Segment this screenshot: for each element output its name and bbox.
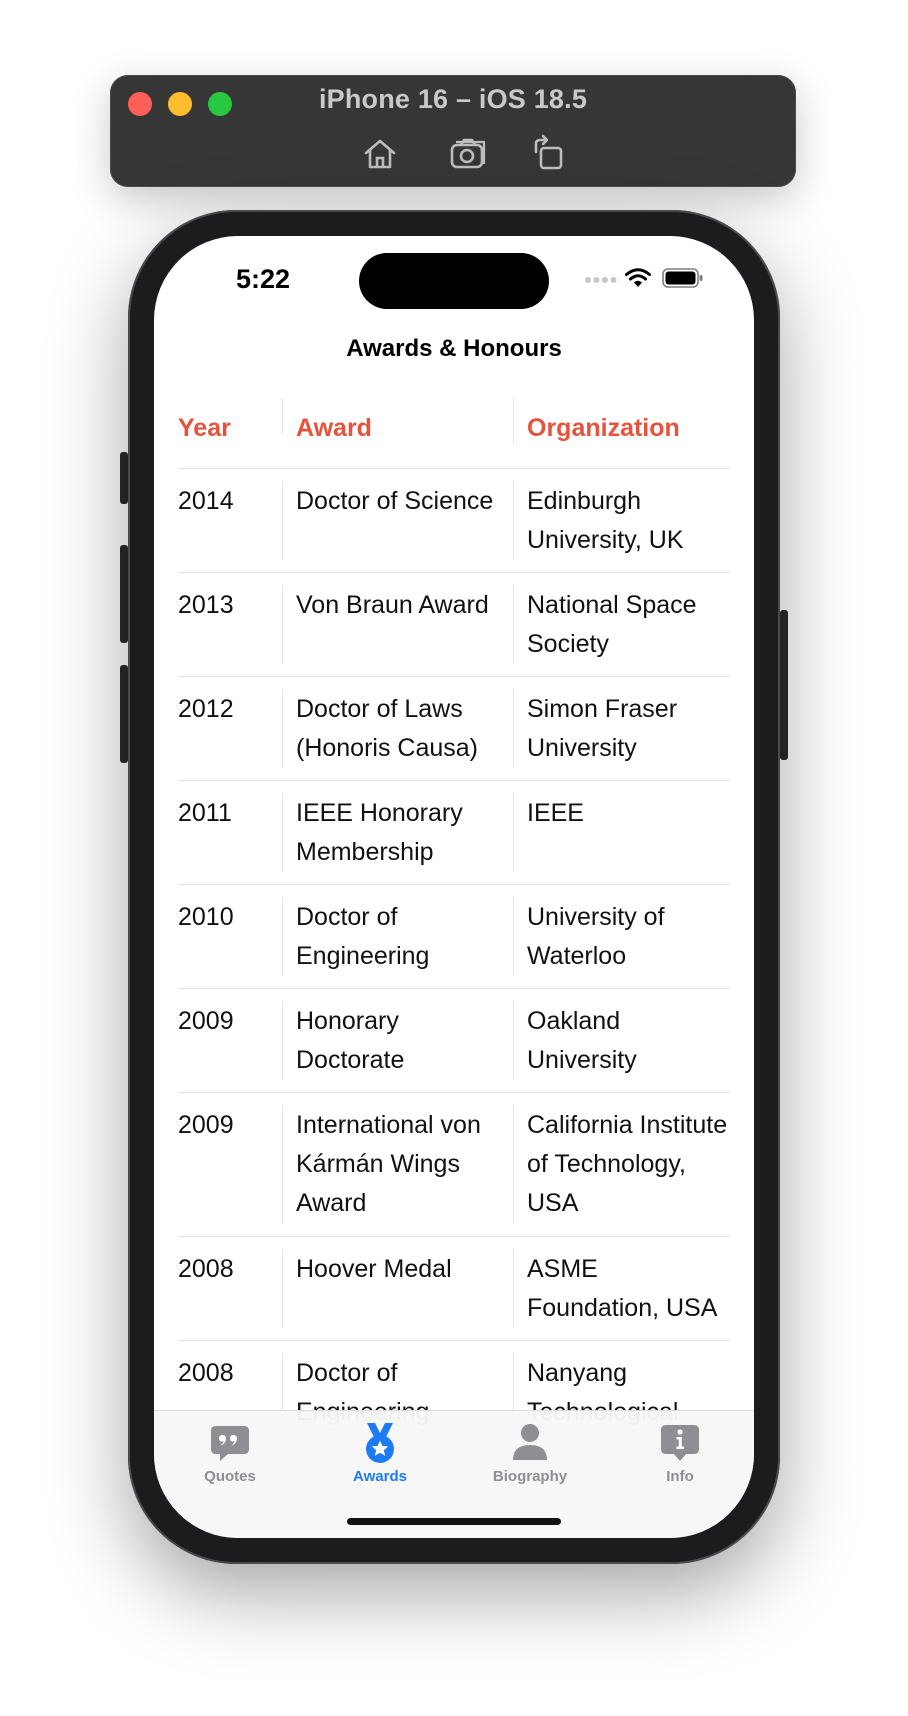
year-cell: 2011 bbox=[178, 799, 232, 827]
table-row: 2014 Doctor of Science Edinburgh Univers… bbox=[178, 469, 730, 573]
screenshot-icon[interactable] bbox=[448, 134, 488, 174]
table-row: 2013 Von Braun Award National Space Soci… bbox=[178, 573, 730, 677]
year-cell: 2009 bbox=[178, 1007, 234, 1035]
award-cell: Doctor of Engineering bbox=[282, 897, 513, 976]
table-header-row: Year Award Organization bbox=[178, 398, 730, 469]
volume-down-button bbox=[120, 665, 128, 763]
column-header-award: Award bbox=[282, 398, 513, 442]
table-row: 2010 Doctor of Engineering University of… bbox=[178, 885, 730, 989]
year-cell: 2014 bbox=[178, 487, 234, 515]
simulator-stage: iPhone 16 – iOS 18.5 5:22 Awards & Honou… bbox=[0, 0, 908, 1716]
column-header-year: Year bbox=[178, 414, 231, 442]
award-cell: International von Kármán Wings Award bbox=[282, 1105, 513, 1224]
home-icon[interactable] bbox=[360, 134, 400, 174]
simulator-title: iPhone 16 – iOS 18.5 bbox=[318, 84, 588, 114]
award-cell: Honorary Doctorate bbox=[282, 1001, 513, 1080]
tab-label: Biography bbox=[492, 1468, 568, 1485]
organization-cell: Oakland University bbox=[513, 1001, 730, 1080]
action-button bbox=[120, 452, 128, 504]
home-indicator[interactable] bbox=[347, 1518, 561, 1525]
organization-cell: University of Waterloo bbox=[513, 897, 730, 976]
tab-label: Info bbox=[666, 1468, 694, 1485]
year-cell: 2013 bbox=[178, 591, 234, 619]
phone-screen: 5:22 Awards & Honours Year Award Organiz… bbox=[154, 236, 754, 1538]
tab-biography[interactable]: Biography bbox=[470, 1421, 590, 1485]
tab-label: Quotes bbox=[204, 1468, 256, 1485]
organization-cell: IEEE bbox=[513, 793, 730, 872]
battery-icon bbox=[662, 268, 703, 288]
organization-cell: ASME Foundation, USA bbox=[513, 1249, 730, 1328]
tab-label: Awards bbox=[353, 1468, 407, 1485]
quote-bubble-icon bbox=[211, 1426, 249, 1461]
award-cell: Von Braun Award bbox=[282, 585, 513, 664]
table-row: 2011 IEEE Honorary Membership IEEE bbox=[178, 781, 730, 885]
award-cell: Hoover Medal bbox=[282, 1249, 513, 1328]
award-cell: Doctor of Science bbox=[282, 481, 513, 560]
organization-cell: California Institute of Technology, USA bbox=[513, 1105, 730, 1224]
year-cell: 2009 bbox=[178, 1111, 234, 1139]
dynamic-island bbox=[359, 253, 549, 309]
tab-quotes[interactable]: Quotes bbox=[170, 1421, 290, 1485]
status-time: 5:22 bbox=[236, 264, 291, 294]
awards-table: Year Award Organization 2014 Doctor of S… bbox=[178, 398, 730, 1445]
award-cell: IEEE Honorary Membership bbox=[282, 793, 513, 872]
rotate-icon[interactable] bbox=[528, 134, 568, 174]
tab-awards[interactable]: Awards bbox=[320, 1421, 440, 1485]
tab-info[interactable]: Info bbox=[620, 1421, 740, 1485]
table-row: 2009 International von Kármán Wings Awar… bbox=[178, 1093, 730, 1237]
year-cell: 2012 bbox=[178, 695, 234, 723]
medal-icon bbox=[366, 1423, 394, 1463]
column-header-organization: Organization bbox=[513, 398, 730, 444]
info-bubble-icon bbox=[661, 1425, 699, 1461]
award-cell: Doctor of Laws (Honoris Causa) bbox=[282, 689, 513, 768]
year-cell: 2008 bbox=[178, 1255, 234, 1283]
year-cell: 2010 bbox=[178, 903, 234, 931]
table-row: 2009 Honorary Doctorate Oakland Universi… bbox=[178, 989, 730, 1093]
organization-cell: Edinburgh University, UK bbox=[513, 481, 730, 560]
wifi-icon bbox=[625, 268, 651, 287]
volume-up-button bbox=[120, 545, 128, 643]
signal-icon bbox=[585, 277, 617, 283]
power-button bbox=[780, 610, 788, 760]
table-row: 2008 Hoover Medal ASME Foundation, USA bbox=[178, 1237, 730, 1341]
organization-cell: National Space Society bbox=[513, 585, 730, 664]
person-icon bbox=[513, 1424, 547, 1460]
table-row: 2012 Doctor of Laws (Honoris Causa) Simo… bbox=[178, 677, 730, 781]
page-title: Awards & Honours bbox=[346, 335, 562, 362]
organization-cell: Simon Fraser University bbox=[513, 689, 730, 768]
